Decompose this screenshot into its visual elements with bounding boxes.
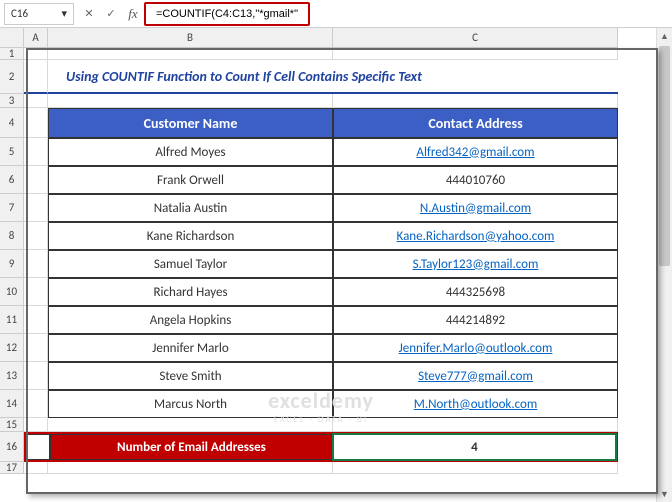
cell[interactable] <box>48 462 333 474</box>
row-header-17[interactable]: 17 <box>0 462 24 474</box>
table-row-name[interactable]: Samuel Taylor <box>48 250 333 278</box>
row-header-16[interactable]: 16 <box>0 432 24 462</box>
table-row-name[interactable]: Steve Smith <box>48 362 333 390</box>
cell[interactable] <box>24 94 48 108</box>
row-header-12[interactable]: 12 <box>0 334 24 362</box>
cell[interactable] <box>333 418 618 432</box>
name-box[interactable]: C16 ▾ <box>4 3 74 25</box>
col-header-c[interactable]: C <box>333 28 618 48</box>
scroll-track[interactable] <box>657 268 672 486</box>
contact-link[interactable]: M.North@outlook.com <box>414 397 538 412</box>
col-header-a[interactable]: A <box>24 28 48 48</box>
col-header-b[interactable]: B <box>48 28 333 48</box>
table-row-contact[interactable]: 444010760 <box>333 166 618 194</box>
table-row-contact[interactable]: S.Taylor123@gmail.com <box>333 250 618 278</box>
contact-link[interactable]: Alfred342@gmail.com <box>416 145 534 160</box>
cell[interactable] <box>24 138 48 166</box>
table-row-contact[interactable]: Kane.Richardson@yahoo.com <box>333 222 618 250</box>
table-row-contact[interactable]: N.Austin@gmail.com <box>333 194 618 222</box>
row-header-4[interactable]: 4 <box>0 108 24 138</box>
cell[interactable] <box>48 48 333 60</box>
row-headers: 1 2 3 4 5 6 7 8 9 10 11 12 13 14 15 16 1… <box>0 48 24 474</box>
table-row-name[interactable]: Angela Hopkins <box>48 306 333 334</box>
row-header-10[interactable]: 10 <box>0 278 24 306</box>
table-row-contact[interactable]: 444325698 <box>333 278 618 306</box>
cells-area: Using COUNTIF Function to Count If Cell … <box>24 48 618 474</box>
cell[interactable] <box>333 48 618 60</box>
vertical-scrollbar[interactable]: ▲ ▼ <box>656 28 672 502</box>
title-cell[interactable]: Using COUNTIF Function to Count If Cell … <box>48 60 618 94</box>
row-header-8[interactable]: 8 <box>0 222 24 250</box>
name-box-dropdown-icon[interactable]: ▾ <box>61 7 67 20</box>
cell[interactable] <box>24 278 48 306</box>
cell[interactable] <box>24 48 48 60</box>
cell[interactable] <box>24 306 48 334</box>
table-row-name[interactable]: Alfred Moyes <box>48 138 333 166</box>
contact-link[interactable]: Jennifer.Marlo@outlook.com <box>399 341 553 356</box>
cell[interactable] <box>48 418 333 432</box>
row-header-15[interactable]: 15 <box>0 418 24 432</box>
cell[interactable] <box>333 462 618 474</box>
table-row-name[interactable]: Frank Orwell <box>48 166 333 194</box>
cell[interactable] <box>24 390 48 418</box>
fx-icon[interactable]: fx <box>122 3 144 25</box>
formula-accept-icon[interactable]: ✓ <box>100 3 122 25</box>
cell[interactable] <box>24 108 48 138</box>
formula-bar: C16 ▾ ✕ ✓ fx <box>0 0 672 28</box>
contact-link[interactable]: S.Taylor123@gmail.com <box>413 257 539 272</box>
table-row-contact[interactable]: 444214892 <box>333 306 618 334</box>
row-header-5[interactable]: 5 <box>0 138 24 166</box>
scroll-up-icon[interactable]: ▲ <box>657 28 672 44</box>
table-row-name[interactable]: Natalia Austin <box>48 194 333 222</box>
table-row-name[interactable]: Jennifer Marlo <box>48 334 333 362</box>
contact-link[interactable]: N.Austin@gmail.com <box>420 201 531 216</box>
table-header-contact[interactable]: Contact Address <box>333 108 618 138</box>
table-row-name[interactable]: Marcus North <box>48 390 333 418</box>
cell[interactable] <box>24 60 48 94</box>
scroll-down-icon[interactable]: ▼ <box>657 486 672 502</box>
row-header-1[interactable]: 1 <box>0 48 24 60</box>
result-label[interactable]: Number of Email Addresses <box>50 434 333 460</box>
row-header-14[interactable]: 14 <box>0 390 24 418</box>
contact-link[interactable]: Steve777@gmail.com <box>418 369 533 384</box>
row-header-13[interactable]: 13 <box>0 362 24 390</box>
result-value-cell[interactable]: 4 <box>333 434 616 460</box>
cell[interactable] <box>24 166 48 194</box>
table-row-contact[interactable]: M.North@outlook.com <box>333 390 618 418</box>
cell[interactable] <box>48 94 333 108</box>
cell[interactable] <box>333 94 618 108</box>
table-header-name[interactable]: Customer Name <box>48 108 333 138</box>
table-row-name[interactable]: Richard Hayes <box>48 278 333 306</box>
row-header-3[interactable]: 3 <box>0 94 24 108</box>
select-all-corner[interactable] <box>0 28 24 48</box>
column-headers: A B C <box>24 28 618 48</box>
cell[interactable] <box>24 362 48 390</box>
page-title: Using COUNTIF Function to Count If Cell … <box>66 68 422 85</box>
contact-link[interactable]: Kane.Richardson@yahoo.com <box>397 229 555 244</box>
table-row-contact[interactable]: Alfred342@gmail.com <box>333 138 618 166</box>
name-box-value: C16 <box>11 7 28 20</box>
cell[interactable] <box>24 334 48 362</box>
cell[interactable] <box>24 222 48 250</box>
cell[interactable] <box>24 462 48 474</box>
table-row-contact[interactable]: Steve777@gmail.com <box>333 362 618 390</box>
table-row-name[interactable]: Kane Richardson <box>48 222 333 250</box>
table-row-contact[interactable]: Jennifer.Marlo@outlook.com <box>333 334 618 362</box>
formula-highlight <box>144 2 310 26</box>
cell[interactable] <box>24 250 48 278</box>
row-header-2[interactable]: 2 <box>0 60 24 94</box>
cell[interactable] <box>26 434 50 460</box>
row-header-6[interactable]: 6 <box>0 166 24 194</box>
row-header-9[interactable]: 9 <box>0 250 24 278</box>
row-header-11[interactable]: 11 <box>0 306 24 334</box>
cell[interactable] <box>24 194 48 222</box>
formula-input[interactable] <box>150 3 304 25</box>
cell[interactable] <box>24 418 48 432</box>
scroll-thumb[interactable] <box>659 46 670 266</box>
formula-cancel-icon[interactable]: ✕ <box>78 3 100 25</box>
row-header-7[interactable]: 7 <box>0 194 24 222</box>
